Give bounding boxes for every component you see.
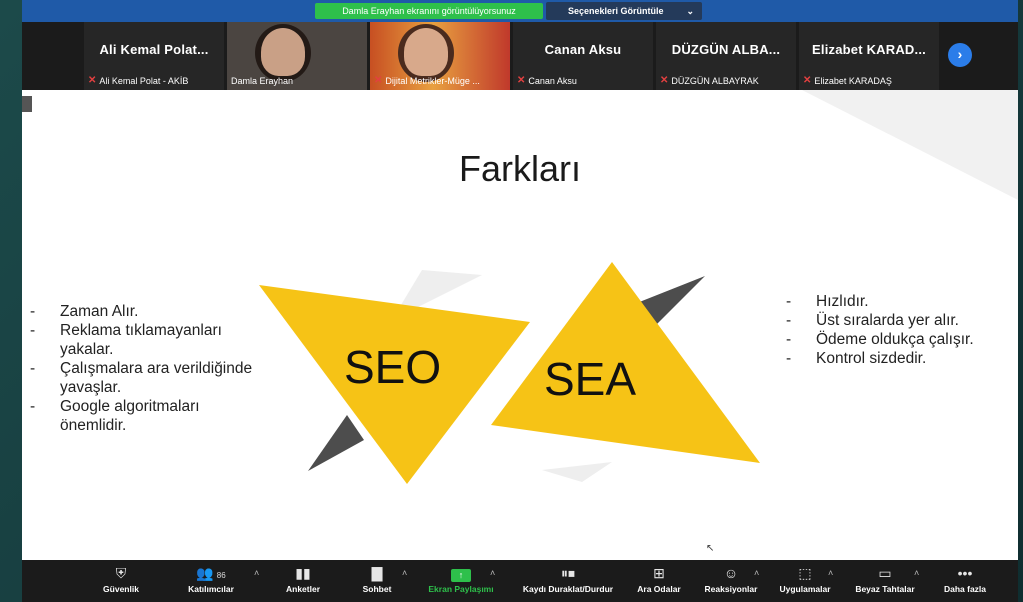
participants-label: Katılımcılar bbox=[188, 584, 234, 594]
participant-label: ✕ Ali Kemal Polat - AKİB bbox=[88, 75, 188, 86]
view-options-button[interactable]: Seçenekleri Görüntüle ⌄ bbox=[546, 2, 702, 20]
participant-display-name: Ali Kemal Polat... bbox=[99, 42, 209, 57]
participant-name: Damla Erayhan bbox=[231, 76, 294, 86]
shared-slide: Farkları SEO SEA - Zaman Alır. - Reklama t… bbox=[22, 90, 1018, 560]
share-caret-icon[interactable]: ˄ bbox=[490, 568, 495, 578]
reactions-caret-icon[interactable]: ˄ bbox=[754, 568, 759, 578]
decor-light-shape bbox=[542, 462, 612, 482]
chat-label: Sohbet bbox=[362, 584, 392, 594]
participant-tile[interactable]: Ali Kemal Polat... ✕ Ali Kemal Polat - AK… bbox=[84, 22, 224, 90]
muted-mic-icon: ✕ bbox=[660, 75, 669, 86]
list-item-text: Çalışmalara ara verildiğinde yavaşlar. bbox=[60, 360, 253, 396]
muted-mic-icon: ✕ bbox=[517, 75, 526, 86]
participants-icon: 👥 86 bbox=[196, 565, 226, 581]
bullet-dash: - bbox=[30, 303, 36, 320]
meeting-toolbar: ⛨ Güvenlik 👥 86 Katılımcılar ˄ ▮▮ Anketle… bbox=[22, 560, 1018, 602]
list-item-text: Üst sıralarda yer alır. bbox=[816, 312, 959, 329]
list-item-text: Zaman Alır. bbox=[60, 303, 139, 320]
security-label: Güvenlik bbox=[103, 584, 139, 594]
next-page-button[interactable]: › bbox=[948, 43, 972, 67]
chevron-right-icon: › bbox=[957, 46, 963, 62]
list-item: - Kontrol sizdedir. bbox=[782, 349, 1012, 368]
slide-title: Farkları bbox=[458, 148, 581, 189]
list-item-text: Reklama tıklamayanları yakalar. bbox=[60, 322, 222, 358]
participants-button[interactable]: 👥 86 Katılımcılar bbox=[168, 564, 254, 600]
seo-bullet-list: - Zaman Alır. - Reklama tıklamayanları yak… bbox=[26, 302, 266, 435]
bullet-dash: - bbox=[786, 312, 792, 329]
sea-bullet-list: - Hızlıdır. - Üst sıralarda yer alır. - Öde… bbox=[782, 292, 1012, 368]
list-item: - Hızlıdır. bbox=[782, 292, 1012, 311]
view-options-label: Seçenekleri Görüntüle bbox=[568, 6, 664, 16]
security-button[interactable]: ⛨ Güvenlik bbox=[78, 564, 164, 600]
bullet-dash: - bbox=[786, 293, 792, 310]
muted-mic-icon: ✕ bbox=[88, 75, 97, 86]
participant-name: Ali Kemal Polat - AKİB bbox=[99, 75, 189, 86]
muted-mic-icon: ✕ bbox=[803, 75, 812, 86]
more-icon: ••• bbox=[957, 565, 973, 581]
participant-tile[interactable]: DÜZGÜN ALBA... ✕ DÜZGÜN ALBAYRAK bbox=[656, 22, 796, 90]
participant-tile[interactable]: Elizabet KARAD... ✕ Elizabet KARADAŞ bbox=[799, 22, 939, 90]
participant-face bbox=[404, 28, 448, 76]
apps-button[interactable]: ⬚ Uygulamalar bbox=[762, 564, 848, 600]
apps-label: Uygulamalar bbox=[779, 584, 831, 594]
record-label: Kaydı Duraklat/Durdur bbox=[522, 584, 614, 594]
participant-video-tile[interactable]: ✕ Dijital Metrikler-Müge ... bbox=[370, 22, 510, 90]
participant-name: Elizabet KARADAŞ bbox=[814, 75, 892, 86]
screen-share-indicator: Damla Erayhan ekranını görüntülüyorsunuz bbox=[315, 3, 543, 19]
bullet-dash: - bbox=[30, 322, 36, 339]
participant-label: ✕ Canan Aksu bbox=[517, 75, 577, 86]
participant-name: DÜZGÜN ALBAYRAK bbox=[671, 75, 759, 86]
participant-name: Dijital Metrikler-Müge ... bbox=[385, 75, 480, 86]
chat-caret-icon[interactable]: ˄ bbox=[402, 568, 407, 578]
bullet-dash: - bbox=[786, 350, 792, 367]
seo-label: SEO bbox=[344, 341, 442, 393]
participant-label: ✕ DÜZGÜN ALBAYRAK bbox=[660, 75, 759, 86]
participant-count: 86 bbox=[216, 571, 226, 580]
pause-stop-record-button[interactable]: ⏸⏹ Kaydı Duraklat/Durdur bbox=[512, 564, 624, 600]
participant-display-name: Canan Aksu bbox=[544, 42, 622, 57]
participant-tile[interactable]: Canan Aksu ✕ Canan Aksu bbox=[513, 22, 653, 90]
apps-caret-icon[interactable]: ˄ bbox=[828, 568, 833, 578]
participants-caret-icon[interactable]: ˄ bbox=[254, 568, 259, 578]
sea-label: SEA bbox=[544, 353, 637, 405]
seo-shadow-shape bbox=[308, 415, 364, 471]
shield-icon: ⛨ bbox=[115, 565, 127, 581]
bullet-dash: - bbox=[30, 398, 36, 415]
mouse-cursor-icon: ↖ bbox=[706, 543, 715, 554]
chevron-down-icon: ⌄ bbox=[686, 6, 694, 16]
whiteboard-label: Beyaz Tahtalar bbox=[855, 584, 915, 594]
bullet-dash: - bbox=[30, 360, 36, 377]
zoom-window: Damla Erayhan ekranını görüntülüyorsunuz… bbox=[22, 0, 1018, 602]
list-item-text: Hızlıdır. bbox=[816, 293, 869, 310]
more-label: Daha fazla bbox=[943, 584, 987, 594]
muted-mic-icon: ✕ bbox=[374, 75, 383, 86]
participant-face bbox=[261, 28, 305, 76]
pause-stop-record-icon: ⏸⏹ bbox=[561, 565, 575, 581]
top-status-bar: Damla Erayhan ekranını görüntülüyorsunuz… bbox=[22, 0, 1018, 22]
participant-strip: Ali Kemal Polat... ✕ Ali Kemal Polat - AK… bbox=[22, 22, 1018, 90]
participant-name: Canan Aksu bbox=[528, 75, 577, 86]
apps-icon: ⬚ bbox=[798, 565, 812, 581]
list-item: - Zaman Alır. bbox=[26, 302, 266, 321]
list-item: - Üst sıralarda yer alır. bbox=[782, 311, 1012, 330]
participant-label: ✕ Elizabet KARADAŞ bbox=[803, 75, 892, 86]
list-item: - Ödeme oldukça çalışır. bbox=[782, 330, 1012, 349]
participant-label: Damla Erayhan bbox=[231, 76, 293, 86]
participant-label: ✕ Dijital Metrikler-Müge ... bbox=[374, 75, 480, 86]
whiteboard-caret-icon[interactable]: ˄ bbox=[914, 568, 919, 578]
share-screen-label: Ekran Paylaşımı bbox=[428, 584, 494, 594]
participant-video-tile[interactable]: Damla Erayhan bbox=[227, 22, 367, 90]
list-item-text: Kontrol sizdedir. bbox=[816, 350, 927, 367]
list-item: - Çalışmalara ara verildiğinde yavaşlar. bbox=[26, 359, 266, 397]
list-item-text: Ödeme oldukça çalışır. bbox=[816, 331, 974, 348]
bullet-dash: - bbox=[786, 331, 792, 348]
list-item: - Google algoritmaları önemlidir. bbox=[26, 397, 266, 435]
list-item: - Reklama tıklamayanları yakalar. bbox=[26, 321, 266, 359]
participant-display-name: DÜZGÜN ALBA... bbox=[671, 42, 781, 57]
participant-display-name: Elizabet KARAD... bbox=[812, 42, 926, 57]
list-item-text: Google algoritmaları önemlidir. bbox=[60, 398, 200, 434]
more-button[interactable]: ••• Daha fazla bbox=[922, 564, 1008, 600]
